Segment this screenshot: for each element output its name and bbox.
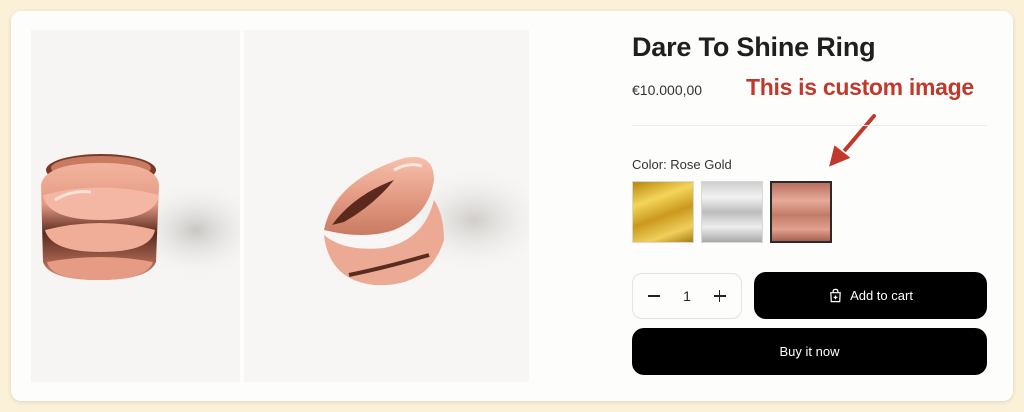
buy-now-button[interactable]: Buy it now xyxy=(632,328,987,375)
shopping-bag-icon xyxy=(830,288,841,303)
product-image-front[interactable] xyxy=(31,30,240,382)
annotation-arrow-icon xyxy=(826,112,878,170)
buy-now-label: Buy it now xyxy=(779,344,840,359)
product-title: Dare To Shine Ring xyxy=(632,32,876,62)
minus-icon[interactable] xyxy=(647,289,661,303)
rose-gold-ring-side-icon xyxy=(324,156,529,286)
quantity-value[interactable]: 1 xyxy=(683,288,691,304)
product-image-side[interactable] xyxy=(244,30,529,382)
color-label: Color: Rose Gold xyxy=(632,157,732,172)
rose-gold-ring-front-icon xyxy=(41,154,240,280)
swatch-silver[interactable] xyxy=(701,181,763,243)
add-to-cart-button[interactable]: Add to cart xyxy=(754,272,987,319)
divider xyxy=(632,125,987,126)
plus-icon[interactable] xyxy=(713,289,727,303)
swatch-gold[interactable] xyxy=(632,181,694,243)
add-to-cart-label: Add to cart xyxy=(850,288,913,303)
swatch-rose-gold[interactable] xyxy=(770,181,832,243)
product-price: €10.000,00 xyxy=(632,82,703,98)
annotation-text: This is custom image xyxy=(746,74,974,100)
quantity-stepper: 1 xyxy=(632,273,742,319)
